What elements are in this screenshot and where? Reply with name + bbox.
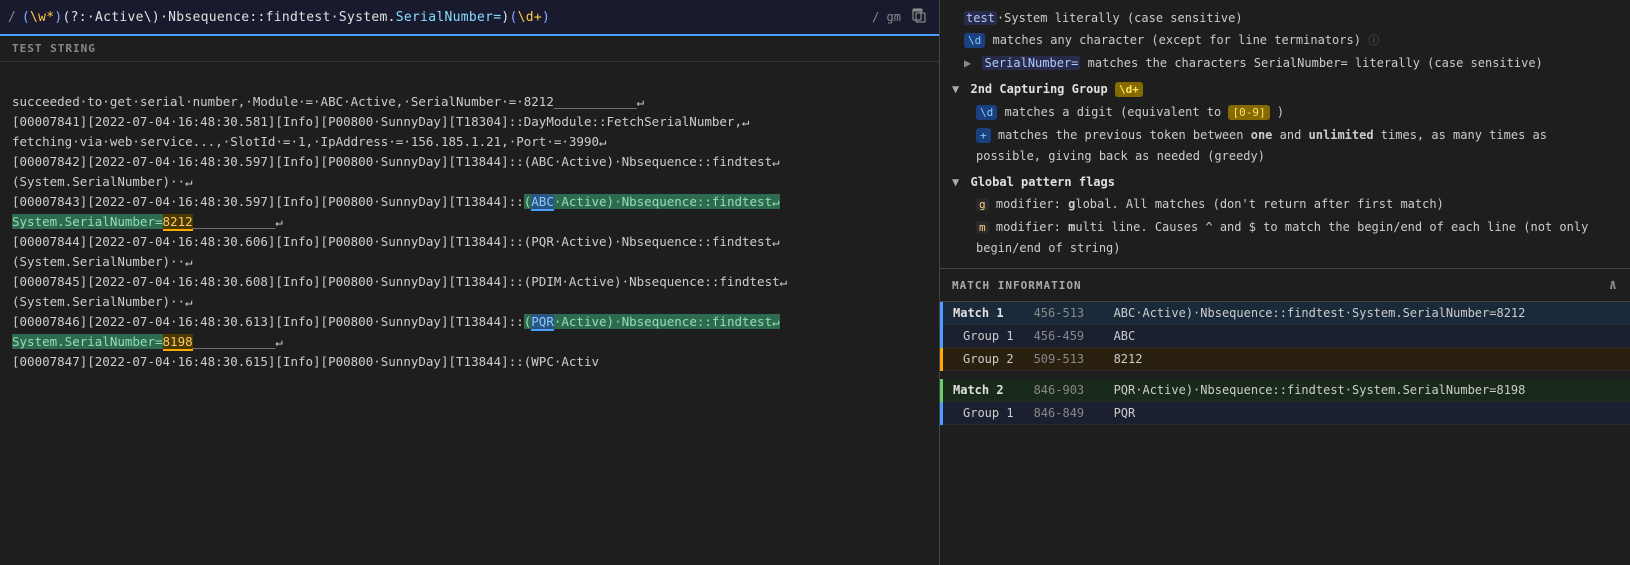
- regex-serialnumber: SerialNumber=: [396, 10, 502, 25]
- exp-09-tag: [0-9]: [1228, 105, 1269, 120]
- match-table: Match 1 456-513 ABC·Active)·Nbsequence::…: [940, 302, 1630, 425]
- match-section-chevron[interactable]: ∧: [1609, 277, 1618, 293]
- match-1-label: Match 1: [942, 302, 1024, 325]
- match-2-range: 846-903: [1024, 379, 1104, 402]
- match2-group2: 8198: [163, 334, 193, 351]
- test-area[interactable]: succeeded·to·get·serial·number,·Module·=…: [0, 62, 939, 565]
- exp-flag-g: g modifier: global. All matches (don't r…: [952, 194, 1618, 215]
- line-8: [00007847][2022-07-04·16:48:30.615][Info…: [12, 354, 599, 369]
- exp-d-text: matches any character (except for line t…: [992, 33, 1360, 47]
- exp-line-serialnumber: ▶ SerialNumber= matches the characters S…: [952, 53, 1618, 73]
- exp-d2-close: ): [1277, 105, 1284, 119]
- line-5: [00007844][2022-07-04·16:48:30.606][Info…: [12, 234, 780, 269]
- explanation-section[interactable]: test·System literally (case sensitive) \…: [940, 0, 1630, 269]
- match1-group1: ABC: [531, 194, 554, 211]
- regex-noncap-open: (?:: [63, 10, 87, 25]
- line-7-suffix: ___________↵: [193, 334, 283, 349]
- match-2-value: PQR·Active)·Nbsequence::findtest·System.…: [1104, 379, 1630, 402]
- copy-button[interactable]: [907, 6, 931, 29]
- line-3: [00007842][2022-07-04·16:48:30.597][Info…: [12, 154, 780, 189]
- exp-test-text: System literally (case sensitive): [1004, 11, 1242, 25]
- exp-dplus-tag: \d+: [1115, 82, 1143, 97]
- line-7-prefix: [00007846][2022-07-04·16:48:30.613][Info…: [12, 314, 524, 329]
- match-2-group-1-range: 846-849: [1024, 402, 1104, 425]
- match-section-header: MATCH INFORMATION ∧: [940, 269, 1630, 302]
- exp-g-text: modifier: global. All matches (don't ret…: [996, 197, 1444, 211]
- regex-paren-close2: ): [542, 10, 550, 25]
- match-2-group-1-row: Group 1 846-849 PQR: [942, 402, 1630, 425]
- line-6: [00007845][2022-07-04·16:48:30.608][Info…: [12, 274, 787, 309]
- match-2-group-1-label: Group 1: [942, 402, 1024, 425]
- exp-d-info: ⓘ: [1368, 34, 1379, 47]
- match-information-section[interactable]: MATCH INFORMATION ∧ Match 1 456-513 ABC·…: [940, 269, 1630, 565]
- regex-literal1: ·Active\)·Nbsequence::findtest·System.: [87, 10, 396, 25]
- exp-line-d: \d matches any character (except for lin…: [952, 30, 1618, 51]
- right-panel: test·System literally (case sensitive) \…: [940, 0, 1630, 565]
- exp-2nd-group-header: ▼ 2nd Capturing Group \d+: [952, 79, 1618, 100]
- regex-noncap-close: ): [501, 10, 509, 25]
- exp-plus-text: matches the previous token between one a…: [976, 128, 1547, 163]
- match-section-title: MATCH INFORMATION: [952, 279, 1082, 292]
- exp-flag-m: m modifier: multi line. Causes ^ and $ t…: [952, 217, 1618, 258]
- match-1-group-1-value: ABC: [1104, 325, 1630, 348]
- regex-w: \w*: [30, 10, 54, 25]
- match-1-group-1-row: Group 1 456-459 ABC: [942, 325, 1630, 348]
- exp-serial-text: matches the characters SerialNumber= lit…: [1088, 56, 1543, 70]
- line-4-prefix: [00007843][2022-07-04·16:48:30.597][Info…: [12, 194, 524, 209]
- match-2-label: Match 2: [942, 379, 1024, 402]
- match-1-group-2-label: Group 2: [942, 348, 1024, 371]
- exp-plus-tag: +: [976, 128, 991, 143]
- match2-group1: PQR: [531, 314, 554, 331]
- match-2-group-1-value: PQR: [1104, 402, 1630, 425]
- spacer-row-1: [942, 371, 1630, 380]
- exp-m-text: modifier: multi line. Causes ^ and $ to …: [976, 220, 1588, 255]
- regex-flags: / gm: [872, 10, 901, 24]
- regex-content: (\w*)(?:·Active\)·Nbsequence::findtest·S…: [22, 10, 858, 25]
- line-4-suffix: ___________↵: [193, 214, 283, 229]
- exp-d2-text: matches a digit (equivalent to: [1004, 105, 1228, 119]
- exp-flags-header: ▼ Global pattern flags: [952, 172, 1618, 192]
- match-1-group-2-value: 8212: [1104, 348, 1630, 371]
- line-2: [00007841][2022-07-04·16:48:30.581][Info…: [12, 114, 750, 149]
- match-2-row: Match 2 846-903 PQR·Active)·Nbsequence::…: [942, 379, 1630, 402]
- regex-bar: / (\w*)(?:·Active\)·Nbsequence::findtest…: [0, 0, 939, 36]
- regex-paren-open: (: [22, 10, 30, 25]
- exp-d2-tag: \d: [976, 105, 997, 120]
- match-1-group-2-range: 509-513: [1024, 348, 1104, 371]
- exp-line-plus: + matches the previous token between one…: [952, 125, 1618, 166]
- exp-2nd-group-label: 2nd Capturing Group: [970, 82, 1115, 96]
- match-1-group-1-label: Group 1: [942, 325, 1024, 348]
- triangle-flags-icon: ▼: [952, 175, 959, 189]
- match-1-row: Match 1 456-513 ABC·Active)·Nbsequence::…: [942, 302, 1630, 325]
- exp-line-test: test·System literally (case sensitive): [952, 8, 1618, 28]
- exp-serial-literal: SerialNumber=: [982, 56, 1080, 70]
- triangle-2nd-group-icon: ▼: [952, 82, 959, 96]
- exp-flags-label: Global pattern flags: [970, 175, 1115, 189]
- match-1-group-2-row: Group 2 509-513 8212: [942, 348, 1630, 371]
- test-string-label: TEST STRING: [0, 36, 939, 62]
- match1-group2: 8212: [163, 214, 193, 231]
- regex-paren-open2: (: [510, 10, 518, 25]
- regex-delimiter-start: /: [8, 10, 16, 25]
- exp-g-code: g: [976, 198, 989, 211]
- regex-paren-close1: ): [54, 10, 62, 25]
- match-1-range: 456-513: [1024, 302, 1104, 325]
- exp-m-code: m: [976, 221, 989, 234]
- match-1-value: ABC·Active)·Nbsequence::findtest·System.…: [1104, 302, 1630, 325]
- exp-line-d2: \d matches a digit (equivalent to [0-9] …: [952, 102, 1618, 123]
- exp-test-literal: test: [964, 11, 997, 25]
- triangle-icon: ▶: [964, 56, 971, 70]
- exp-d-tag: \d: [964, 33, 985, 48]
- left-panel: / (\w*)(?:·Active\)·Nbsequence::findtest…: [0, 0, 940, 565]
- regex-d: \d+: [518, 10, 542, 25]
- match-1-group-1-range: 456-459: [1024, 325, 1104, 348]
- line-1: succeeded·to·get·serial·number,·Module·=…: [12, 94, 644, 109]
